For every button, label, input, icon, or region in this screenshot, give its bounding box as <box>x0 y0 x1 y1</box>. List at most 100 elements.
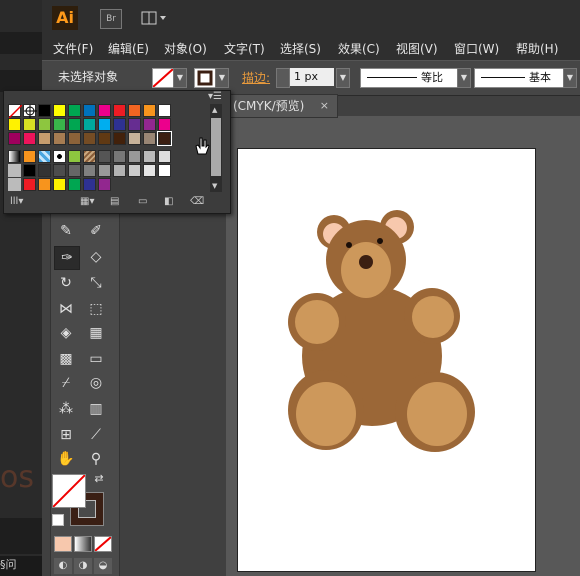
perspective-grid-tool[interactable]: ▦ <box>84 322 108 344</box>
brush-definition[interactable]: 基本 <box>474 68 564 88</box>
color-swatch[interactable] <box>143 164 156 177</box>
stroke-dropdown[interactable]: ▼ <box>215 68 229 88</box>
color-swatch[interactable] <box>157 131 172 146</box>
color-swatch[interactable] <box>23 104 37 118</box>
menu-type[interactable]: 文字(T) <box>224 40 265 57</box>
color-swatch[interactable] <box>8 164 21 177</box>
color-swatch[interactable] <box>53 150 66 163</box>
color-swatch[interactable] <box>8 132 21 145</box>
color-swatch[interactable] <box>8 118 21 131</box>
color-swatch[interactable] <box>38 178 51 191</box>
color-swatch[interactable] <box>53 104 66 117</box>
color-swatch[interactable] <box>158 104 171 117</box>
color-swatch[interactable] <box>8 150 21 163</box>
color-swatch[interactable] <box>68 132 81 145</box>
draw-inside-icon[interactable]: ◒ <box>94 558 112 574</box>
show-kinds-icon[interactable]: ▦▾ <box>80 196 94 207</box>
color-mode-button[interactable] <box>54 536 72 552</box>
color-swatch[interactable] <box>38 164 51 177</box>
paintbrush-tool[interactable]: ✎ <box>54 220 78 242</box>
stroke-color-swatch[interactable] <box>194 68 216 88</box>
color-swatch[interactable] <box>53 164 66 177</box>
menu-help[interactable]: 帮助(H) <box>516 40 558 57</box>
eyedropper-tool[interactable]: ⌿ <box>54 372 78 394</box>
color-swatch[interactable] <box>113 164 126 177</box>
none-mode-button[interactable] <box>94 536 112 552</box>
color-swatch[interactable] <box>53 118 66 131</box>
color-swatch[interactable] <box>98 178 111 191</box>
rotate-tool[interactable]: ↻ <box>54 272 78 294</box>
close-icon[interactable]: × <box>320 95 329 117</box>
variable-width-profile[interactable]: 等比 <box>360 68 458 88</box>
teddy-bear-illustration[interactable] <box>237 148 534 570</box>
color-swatch[interactable] <box>113 150 126 163</box>
color-swatch[interactable] <box>113 132 126 145</box>
swatch-libraries-icon[interactable]: lll▾ <box>10 196 23 207</box>
menu-object[interactable]: 对象(O) <box>164 40 207 57</box>
color-swatch[interactable] <box>38 118 51 131</box>
blob-brush-tool[interactable]: ✑ <box>54 246 80 270</box>
color-swatch[interactable] <box>158 164 171 177</box>
menu-window[interactable]: 窗口(W) <box>454 40 499 57</box>
color-swatch[interactable] <box>83 132 96 145</box>
color-swatch[interactable] <box>113 104 126 117</box>
scale-tool[interactable]: ⤡ <box>84 272 108 294</box>
color-swatch[interactable] <box>143 118 156 131</box>
panel-menu-icon[interactable]: ▾☰ <box>208 91 222 102</box>
color-swatch[interactable] <box>23 164 36 177</box>
slice-tool[interactable]: ⟋ <box>84 424 108 446</box>
color-swatch[interactable] <box>158 150 171 163</box>
color-swatch[interactable] <box>23 178 36 191</box>
color-swatch[interactable] <box>68 164 81 177</box>
color-swatch[interactable] <box>143 132 156 145</box>
color-swatch[interactable] <box>128 150 141 163</box>
delete-swatch-icon[interactable]: ⌫ <box>190 196 204 207</box>
stroke-label[interactable]: 描边: <box>242 69 270 86</box>
color-swatch[interactable] <box>68 104 81 117</box>
new-swatch-icon[interactable]: ◧ <box>164 196 173 207</box>
color-swatch[interactable] <box>53 132 66 145</box>
menu-select[interactable]: 选择(S) <box>280 40 321 57</box>
fill-color-box[interactable] <box>52 474 86 508</box>
color-swatch[interactable] <box>23 132 36 145</box>
color-swatch[interactable] <box>8 104 23 119</box>
color-swatch[interactable] <box>38 150 51 163</box>
pencil-tool[interactable]: ✐ <box>84 220 108 242</box>
free-transform-tool[interactable]: ⬚ <box>84 298 108 320</box>
menu-edit[interactable]: 编辑(E) <box>108 40 149 57</box>
color-swatch[interactable] <box>83 150 96 163</box>
color-swatch[interactable] <box>158 118 171 131</box>
color-swatch[interactable] <box>53 178 66 191</box>
default-colors-icon[interactable] <box>52 514 64 526</box>
color-swatch[interactable] <box>38 104 51 117</box>
scroll-down-icon[interactable]: ▼ <box>212 182 217 190</box>
bridge-button[interactable]: Br <box>100 9 122 29</box>
menu-effect[interactable]: 效果(C) <box>338 40 380 57</box>
column-graph-tool[interactable]: ▥ <box>84 398 108 420</box>
color-swatch[interactable] <box>83 118 96 131</box>
draw-normal-icon[interactable]: ◐ <box>54 558 72 574</box>
hand-tool[interactable]: ✋ <box>54 448 78 470</box>
menu-file[interactable]: 文件(F) <box>53 40 93 57</box>
symbol-sprayer-tool[interactable]: ⁂ <box>54 398 78 420</box>
color-swatch[interactable] <box>38 132 51 145</box>
stroke-weight-dropdown[interactable]: ▼ <box>336 68 350 88</box>
eraser-tool[interactable]: ◇ <box>84 246 108 268</box>
draw-behind-icon[interactable]: ◑ <box>74 558 92 574</box>
gradient-mode-button[interactable] <box>74 536 92 552</box>
artboard-tool[interactable]: ⊞ <box>54 424 78 446</box>
fill-color-swatch[interactable] <box>152 68 174 88</box>
scroll-up-icon[interactable]: ▲ <box>212 106 217 114</box>
color-swatch[interactable] <box>128 132 141 145</box>
color-swatch[interactable] <box>83 164 96 177</box>
mesh-tool[interactable]: ▩ <box>54 348 78 370</box>
shape-builder-tool[interactable]: ◈ <box>54 322 78 344</box>
gradient-tool[interactable]: ▭ <box>84 348 108 370</box>
color-swatch[interactable] <box>128 104 141 117</box>
color-swatch[interactable] <box>23 150 36 163</box>
color-swatch[interactable] <box>68 118 81 131</box>
profile-dropdown[interactable]: ▼ <box>457 68 471 88</box>
swatch-options-icon[interactable]: ▤ <box>110 196 119 207</box>
color-swatch[interactable] <box>8 178 21 191</box>
color-swatch[interactable] <box>98 118 111 131</box>
